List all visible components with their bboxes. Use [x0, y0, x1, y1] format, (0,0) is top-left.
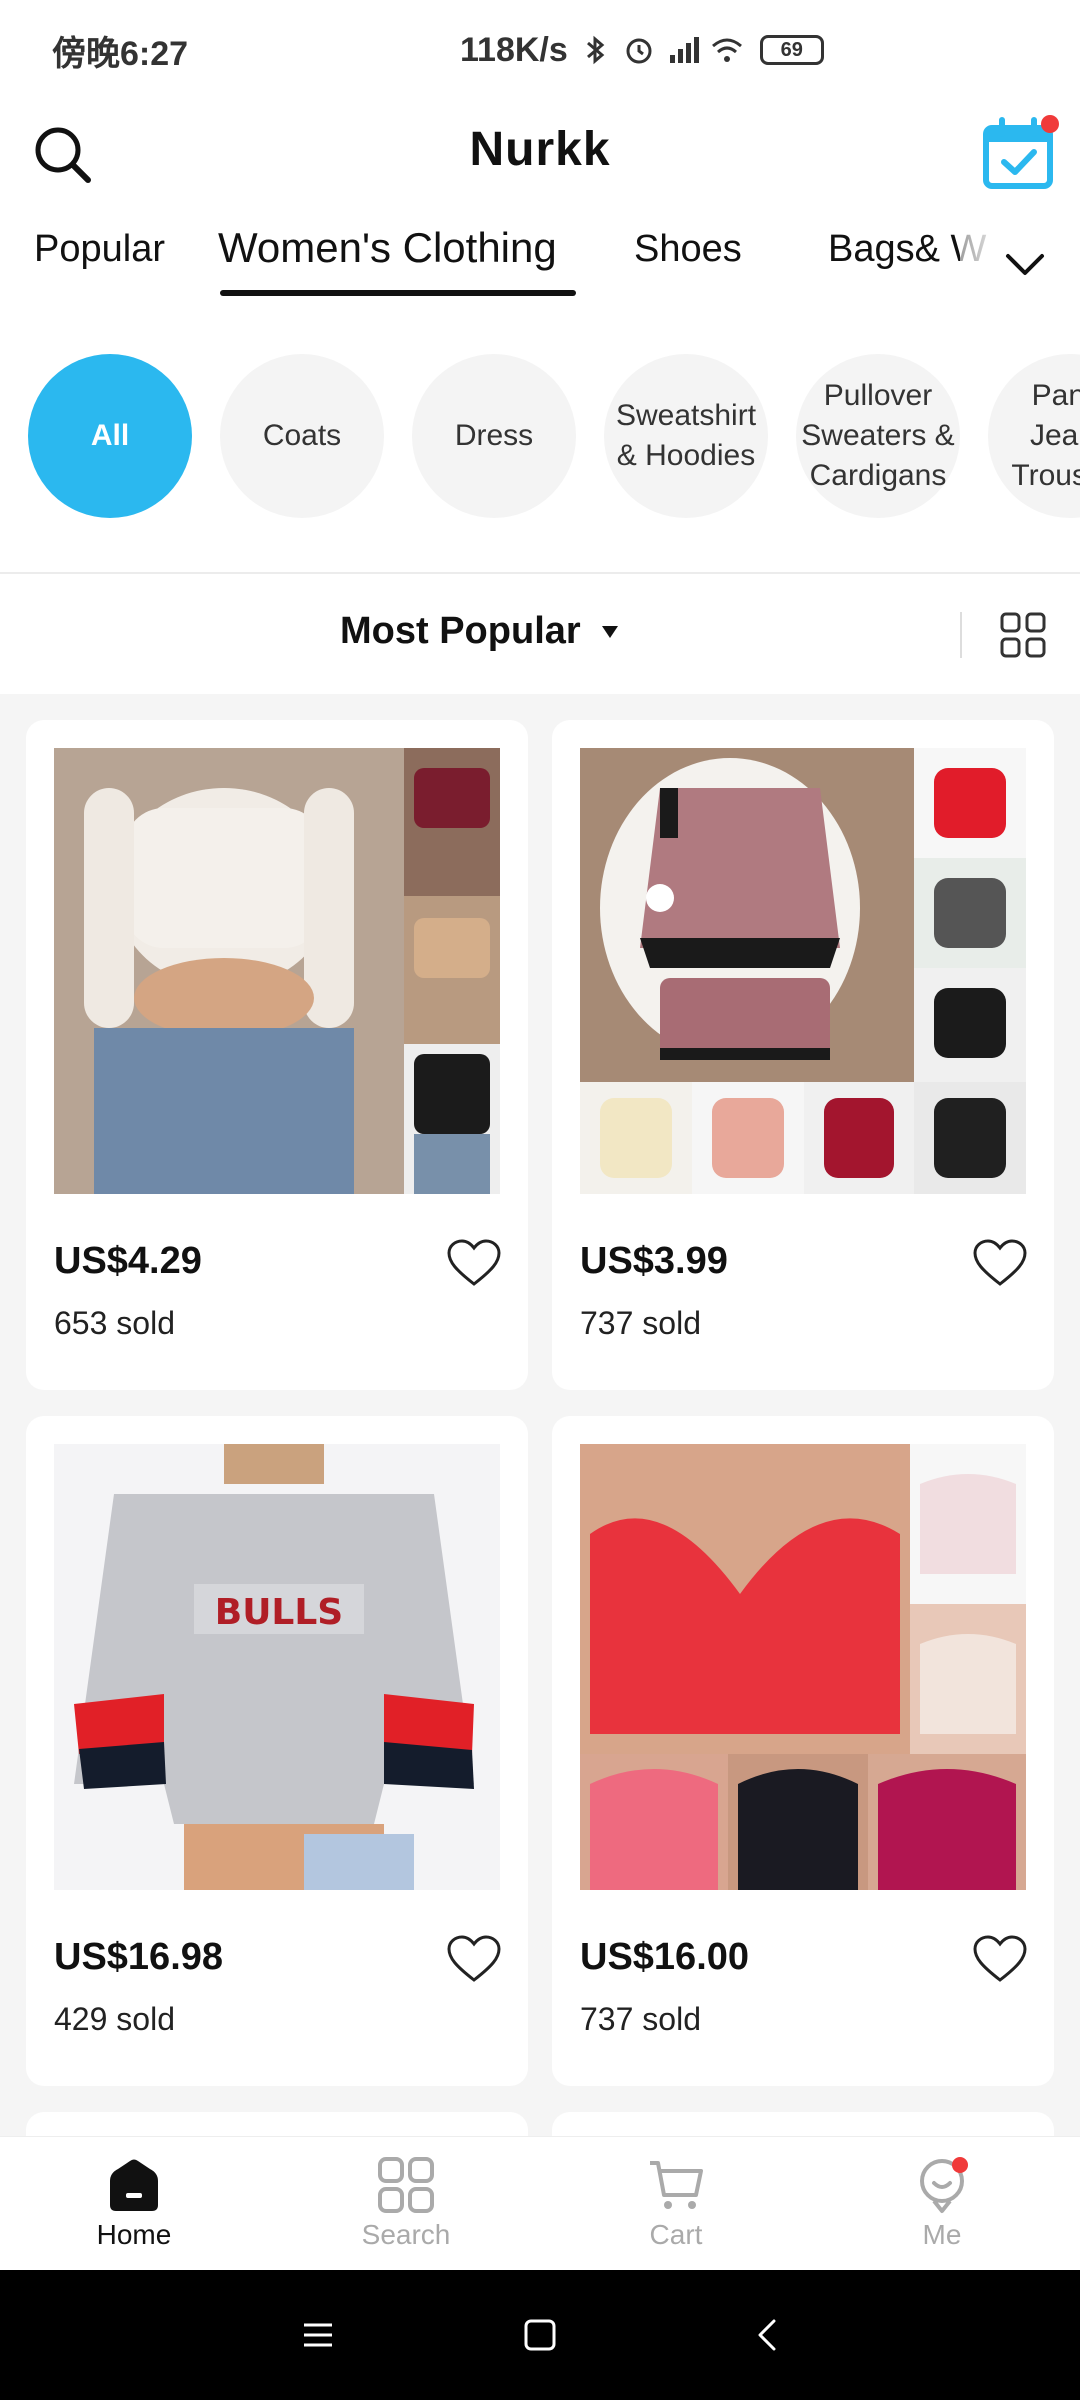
status-time: 傍晚6:27 — [52, 34, 189, 73]
product-card[interactable]: US$16.00 737 sold — [552, 1416, 1054, 2086]
product-sold-count: 429 sold — [54, 2001, 175, 2037]
subcategory-pills: All Coats Dress Sweatshirt & Hoodies Pul… — [0, 320, 1080, 572]
product-card[interactable]: US$3.99 737 sold — [552, 720, 1054, 1390]
bottom-nav: Home Search Cart Me — [0, 2136, 1080, 2270]
wifi-icon — [711, 38, 742, 62]
tab-womens-clothing[interactable]: Women's Clothing — [218, 224, 557, 272]
alarm-icon — [626, 38, 652, 64]
sort-dropdown[interactable]: Most Popular — [340, 610, 581, 653]
product-sold-count: 653 sold — [54, 1305, 175, 1341]
nav-cart-label: Cart — [649, 2219, 703, 2250]
bluetooth-icon — [586, 35, 605, 65]
nav-me[interactable]: Me — [862, 2155, 1022, 2251]
heart-icon[interactable] — [446, 1934, 502, 1984]
status-bar: 傍晚6:27 118K/s 69 — [0, 0, 1080, 100]
cart-icon — [650, 2161, 703, 2209]
tab-popular[interactable]: Popular — [34, 228, 165, 271]
nav-me-label: Me — [922, 2219, 962, 2250]
app-header: Nurkk — [0, 100, 1080, 210]
home-icon — [110, 2159, 158, 2211]
signal-icon — [669, 37, 699, 63]
back-icon[interactable] — [748, 2315, 788, 2355]
product-image[interactable] — [580, 1444, 1026, 1890]
chevron-down-icon[interactable] — [1000, 240, 1050, 290]
product-image[interactable]: BULLS — [54, 1444, 500, 1890]
category-tabs: Popular Women's Clothing Shoes Bags& W — [0, 210, 1080, 320]
subcategory-coats[interactable]: Coats — [220, 354, 384, 518]
grid-search-icon — [378, 2157, 434, 2213]
subcategory-dress[interactable]: Dress — [412, 354, 576, 518]
heart-icon[interactable] — [446, 1238, 502, 1288]
nav-home[interactable]: Home — [54, 2155, 214, 2251]
subcategory-pullover-sweaters[interactable]: Pullover Sweaters & Cardigans — [796, 354, 960, 518]
nav-cart[interactable]: Cart — [596, 2155, 756, 2251]
subcategory-pants-jeans[interactable]: Pants Jeans Trousers — [988, 354, 1080, 518]
network-speed: 118K/s — [460, 30, 568, 69]
product-price: US$16.98 — [54, 1936, 224, 1978]
active-tab-indicator — [220, 290, 576, 296]
product-sold-count: 737 sold — [580, 1305, 701, 1341]
product-card[interactable]: BULLS US$16.98 429 sold — [26, 1416, 528, 2086]
product-price: US$4.29 — [54, 1240, 202, 1282]
grid-view-icon[interactable] — [998, 610, 1048, 660]
status-indicators: 118K/s 69 — [460, 31, 824, 70]
product-print: BULLS — [215, 1592, 343, 1633]
menu-icon[interactable] — [298, 2315, 338, 2355]
app-title: Nurkk — [469, 123, 611, 176]
product-card[interactable]: US$4.29 653 sold — [26, 720, 528, 1390]
caret-down-icon[interactable] — [600, 624, 620, 640]
heart-icon[interactable] — [972, 1934, 1028, 1984]
calendar-checkin-icon[interactable] — [980, 112, 1060, 192]
nav-search[interactable]: Search — [326, 2155, 486, 2251]
home-button-icon[interactable] — [520, 2315, 560, 2355]
product-image[interactable] — [54, 748, 500, 1194]
subcategory-sweatshirt-hoodies[interactable]: Sweatshirt & Hoodies — [604, 354, 768, 518]
tab-shoes[interactable]: Shoes — [634, 228, 742, 271]
product-image[interactable] — [580, 748, 1026, 1194]
subcategory-all[interactable]: All — [28, 354, 192, 518]
sort-bar: Most Popular — [0, 574, 1080, 694]
heart-icon[interactable] — [972, 1238, 1028, 1288]
profile-icon — [920, 2157, 968, 2213]
nav-search-label: Search — [361, 2219, 451, 2250]
system-nav-bar — [0, 2270, 1080, 2400]
nav-home-label: Home — [96, 2219, 172, 2250]
product-price: US$16.00 — [580, 1936, 750, 1978]
product-price: US$3.99 — [580, 1240, 728, 1282]
battery-indicator: 69 — [759, 35, 824, 65]
product-sold-count: 737 sold — [580, 2001, 701, 2037]
sort-separator — [960, 612, 962, 658]
